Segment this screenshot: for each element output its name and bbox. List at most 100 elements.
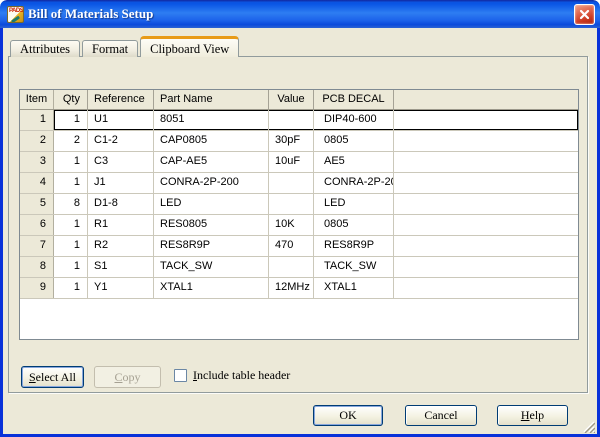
row-item-number[interactable]: 4 <box>20 173 54 193</box>
select-all-button[interactable]: Select All <box>21 366 84 388</box>
cell-part-name[interactable]: RES8R9P <box>154 236 269 256</box>
cell-part-name[interactable]: CAP-AE5 <box>154 152 269 172</box>
cell-pcb-decal[interactable]: LED <box>314 194 394 214</box>
cell-reference[interactable]: R1 <box>88 215 154 235</box>
cell-extra[interactable] <box>394 152 578 172</box>
cell-qty[interactable]: 1 <box>54 110 88 130</box>
cell-qty[interactable]: 1 <box>54 236 88 256</box>
cell-qty[interactable]: 1 <box>54 173 88 193</box>
row-item-number[interactable]: 8 <box>20 257 54 277</box>
table-row[interactable]: 11U18051DIP40-600 <box>20 110 578 131</box>
table-row[interactable]: 22C1-2CAP080530pF0805 <box>20 131 578 152</box>
cell-value[interactable]: 10K <box>269 215 314 235</box>
resize-grip-icon[interactable] <box>581 419 595 433</box>
pads-app-icon-text: PADS <box>9 8 23 14</box>
cell-value[interactable] <box>269 194 314 214</box>
cell-reference[interactable]: D1-8 <box>88 194 154 214</box>
cell-extra[interactable] <box>394 257 578 277</box>
row-item-number[interactable]: 7 <box>20 236 54 256</box>
row-item-number[interactable]: 9 <box>20 278 54 298</box>
cell-part-name[interactable]: CONRA-2P-200 <box>154 173 269 193</box>
cell-reference[interactable]: S1 <box>88 257 154 277</box>
cell-extra[interactable] <box>394 215 578 235</box>
cell-reference[interactable]: R2 <box>88 236 154 256</box>
table-row[interactable]: 81S1TACK_SWTACK_SW <box>20 257 578 278</box>
cell-part-name[interactable]: XTAL1 <box>154 278 269 298</box>
table-row[interactable]: 31C3CAP-AE510uFAE5 <box>20 152 578 173</box>
column-header-reference: Reference <box>88 90 154 109</box>
cell-qty[interactable]: 1 <box>54 152 88 172</box>
cell-value[interactable] <box>269 110 314 130</box>
cell-value[interactable] <box>269 173 314 193</box>
cell-pcb-decal[interactable]: AE5 <box>314 152 394 172</box>
row-item-number[interactable]: 1 <box>20 110 54 130</box>
tab-panel: ItemQtyReferencePart NameValuePCB DECAL … <box>8 56 588 393</box>
cell-qty[interactable]: 1 <box>54 257 88 277</box>
cell-reference[interactable]: Y1 <box>88 278 154 298</box>
tab-attributes[interactable]: Attributes <box>10 40 80 57</box>
title-bar[interactable]: PADS Bill of Materials Setup <box>0 0 600 28</box>
cell-part-name[interactable]: CAP0805 <box>154 131 269 151</box>
cell-value[interactable]: 12MHz <box>269 278 314 298</box>
close-button[interactable] <box>574 4 595 25</box>
tab-strip: Attributes Format Clipboard View <box>10 36 241 57</box>
cell-pcb-decal[interactable]: DIP40-600 <box>314 110 394 130</box>
cell-extra[interactable] <box>394 236 578 256</box>
cell-extra[interactable] <box>394 173 578 193</box>
cell-value[interactable]: 10uF <box>269 152 314 172</box>
cell-pcb-decal[interactable]: 0805 <box>314 131 394 151</box>
column-header-pcb-decal: PCB DECAL <box>314 90 394 109</box>
cell-pcb-decal[interactable]: XTAL1 <box>314 278 394 298</box>
include-table-header-checkbox[interactable] <box>174 369 187 382</box>
column-header-qty: Qty <box>54 90 88 109</box>
cell-reference[interactable]: C3 <box>88 152 154 172</box>
cancel-button[interactable]: Cancel <box>405 405 477 426</box>
cell-extra[interactable] <box>394 194 578 214</box>
cell-part-name[interactable]: RES0805 <box>154 215 269 235</box>
cell-pcb-decal[interactable]: CONRA-2P-200 <box>314 173 394 193</box>
tab-format[interactable]: Format <box>82 40 138 57</box>
cell-reference[interactable]: C1-2 <box>88 131 154 151</box>
cell-qty[interactable]: 1 <box>54 278 88 298</box>
cell-qty[interactable]: 8 <box>54 194 88 214</box>
cell-value[interactable]: 30pF <box>269 131 314 151</box>
table-row[interactable]: 58D1-8LEDLED <box>20 194 578 215</box>
column-header-extra <box>394 90 578 109</box>
include-table-header-checkbox-group[interactable]: Include table header <box>174 368 290 383</box>
cell-part-name[interactable]: 8051 <box>154 110 269 130</box>
cell-reference[interactable]: U1 <box>88 110 154 130</box>
dialog-body: Attributes Format Clipboard View ItemQty… <box>0 28 600 437</box>
cell-extra[interactable] <box>394 278 578 298</box>
pads-app-icon[interactable]: PADS <box>7 6 24 23</box>
cell-part-name[interactable]: LED <box>154 194 269 214</box>
cell-pcb-decal[interactable]: 0805 <box>314 215 394 235</box>
copy-button[interactable]: Copy <box>94 366 161 388</box>
close-icon <box>579 9 590 20</box>
row-item-number[interactable]: 6 <box>20 215 54 235</box>
cell-part-name[interactable]: TACK_SW <box>154 257 269 277</box>
cell-extra[interactable] <box>394 110 578 130</box>
row-item-number[interactable]: 5 <box>20 194 54 214</box>
row-item-number[interactable]: 3 <box>20 152 54 172</box>
table-row[interactable]: 71R2RES8R9P470RES8R9P <box>20 236 578 257</box>
row-item-number[interactable]: 2 <box>20 131 54 151</box>
cell-value[interactable]: 470 <box>269 236 314 256</box>
tab-clipboard-view[interactable]: Clipboard View <box>140 36 239 57</box>
cell-reference[interactable]: J1 <box>88 173 154 193</box>
table-row[interactable]: 41J1CONRA-2P-200CONRA-2P-200 <box>20 173 578 194</box>
cell-qty[interactable]: 1 <box>54 215 88 235</box>
column-header-item: Item <box>20 90 54 109</box>
table-row[interactable]: 61R1RES080510K0805 <box>20 215 578 236</box>
table-row[interactable]: 91Y1XTAL112MHzXTAL1 <box>20 278 578 299</box>
ok-button[interactable]: OK <box>313 405 383 426</box>
include-table-header-label[interactable]: Include table header <box>193 368 290 383</box>
bom-table: ItemQtyReferencePart NameValuePCB DECAL … <box>19 89 579 340</box>
cell-qty[interactable]: 2 <box>54 131 88 151</box>
cell-extra[interactable] <box>394 131 578 151</box>
help-button[interactable]: Help <box>497 405 568 426</box>
cell-pcb-decal[interactable]: TACK_SW <box>314 257 394 277</box>
cell-value[interactable] <box>269 257 314 277</box>
column-header-part-name: Part Name <box>154 90 269 109</box>
cell-pcb-decal[interactable]: RES8R9P <box>314 236 394 256</box>
bill-of-materials-dialog: PADS Bill of Materials Setup Attributes … <box>0 0 600 437</box>
